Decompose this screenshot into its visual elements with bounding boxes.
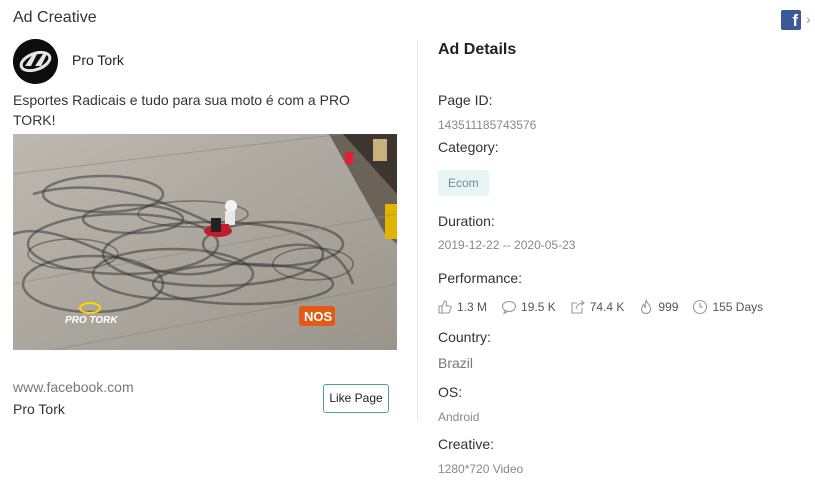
clock-icon (693, 299, 708, 315)
panel-title: Ad Creative (13, 9, 97, 26)
footer-page-name[interactable]: Pro Tork (13, 401, 65, 417)
nos-watermark: NOS (304, 309, 333, 324)
duration-value: 2019-12-22 -- 2020-05-23 (438, 238, 576, 252)
chevron-right-icon[interactable]: › (806, 10, 811, 28)
days-stat: 155 Days (692, 299, 763, 315)
facebook-icon[interactable]: f (781, 10, 801, 30)
creative-value: 1280*720 Video (438, 462, 524, 476)
country-value: Brazil (438, 355, 474, 371)
likes-count: 1.3 M (457, 300, 488, 314)
duration-label: Duration: (438, 213, 495, 229)
thumbs-up-icon (438, 300, 452, 314)
page-id-value: 143511185743576 (438, 118, 537, 132)
page-id-label: Page ID: (438, 92, 493, 108)
hot-count: 999 (658, 300, 679, 314)
site-url[interactable]: www.facebook.com (13, 379, 134, 395)
performance-label: Performance: (438, 270, 523, 286)
os-label: OS: (438, 384, 463, 400)
advertiser-avatar[interactable] (13, 39, 58, 84)
os-value: Android (438, 410, 480, 424)
category-tag[interactable]: Ecom (438, 170, 489, 196)
hot-stat: 999 (638, 299, 678, 315)
ad-copy-text: Esportes Radicais e tudo para sua moto é… (13, 92, 350, 128)
performance-stats: 1.3 M 19.5 K 74.4 K 999 155 Days (437, 297, 777, 317)
category-label: Category: (438, 139, 499, 155)
column-divider (417, 40, 418, 420)
like-page-button[interactable]: Like Page (323, 384, 389, 413)
likes-stat: 1.3 M (437, 299, 487, 315)
creative-label: Creative: (438, 436, 495, 452)
pro-tork-logo-icon (13, 39, 58, 84)
comment-icon (501, 300, 517, 315)
creative-thumbnail: PRO TORK NOS (13, 134, 397, 350)
shares-count: 74.4 K (589, 300, 625, 314)
shares-stat: 74.4 K (570, 299, 625, 315)
share-icon (571, 300, 585, 314)
comments-count: 19.5 K (521, 300, 556, 314)
advertiser-name[interactable]: Pro Tork (72, 52, 124, 68)
comments-stat: 19.5 K (501, 299, 556, 315)
country-label: Country: (438, 329, 491, 345)
flame-icon (641, 299, 652, 315)
ad-details-title: Ad Details (438, 41, 517, 58)
ad-creative-video[interactable]: PRO TORK NOS (13, 134, 397, 350)
pro-tork-watermark: PRO TORK (65, 315, 118, 326)
days-count: 155 Days (712, 300, 764, 314)
